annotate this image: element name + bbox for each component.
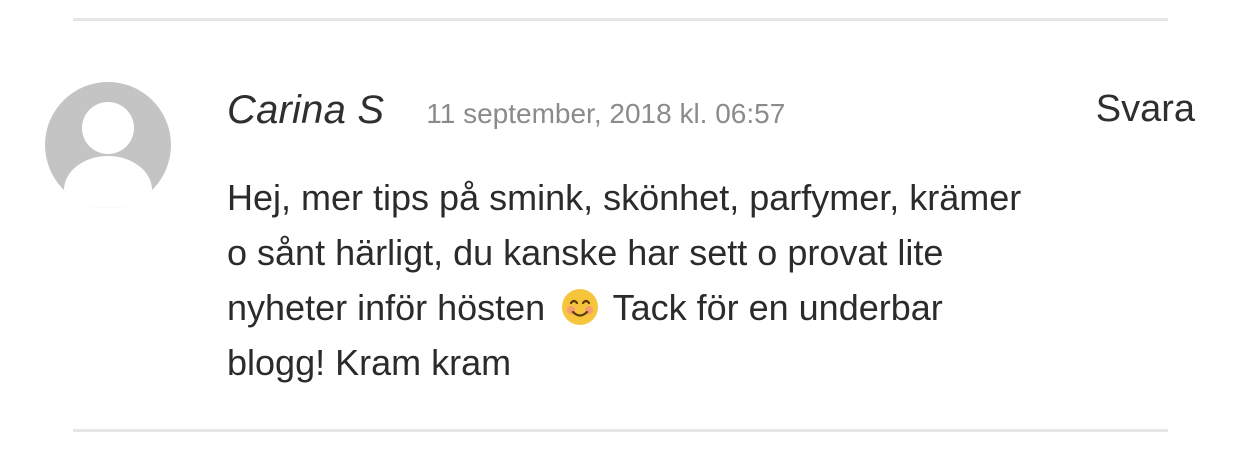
comment-author[interactable]: Carina S (227, 88, 384, 133)
comment-line: nyheter inför hösten Tack för en underba… (227, 280, 1127, 335)
comment-meta: Carina S 11 september, 2018 kl. 06:57 (227, 88, 785, 138)
reply-link[interactable]: Svara (1096, 88, 1195, 131)
comment-text: Tack för en underbar (612, 287, 943, 328)
comment-line: blogg! Kram kram (227, 335, 1127, 390)
top-divider (73, 18, 1168, 21)
comment-text: o sånt härligt, du kanske har sett o pro… (227, 232, 944, 273)
comment-line: o sånt härligt, du kanske har sett o pro… (227, 225, 1127, 280)
default-user-icon (64, 102, 152, 208)
bottom-divider (73, 429, 1168, 432)
comment-text: Hej, mer tips på smink, skönhet, parfyme… (227, 177, 1022, 218)
comment-date[interactable]: 11 september, 2018 kl. 06:57 (426, 98, 785, 130)
avatar (45, 82, 171, 208)
smiling-face-icon (562, 289, 599, 325)
comment-body: Hej, mer tips på smink, skönhet, parfyme… (227, 170, 1127, 390)
comment-line: Hej, mer tips på smink, skönhet, parfyme… (227, 170, 1127, 225)
comment-text: nyheter inför hösten (227, 287, 546, 328)
comment-text: blogg! Kram kram (227, 342, 512, 383)
